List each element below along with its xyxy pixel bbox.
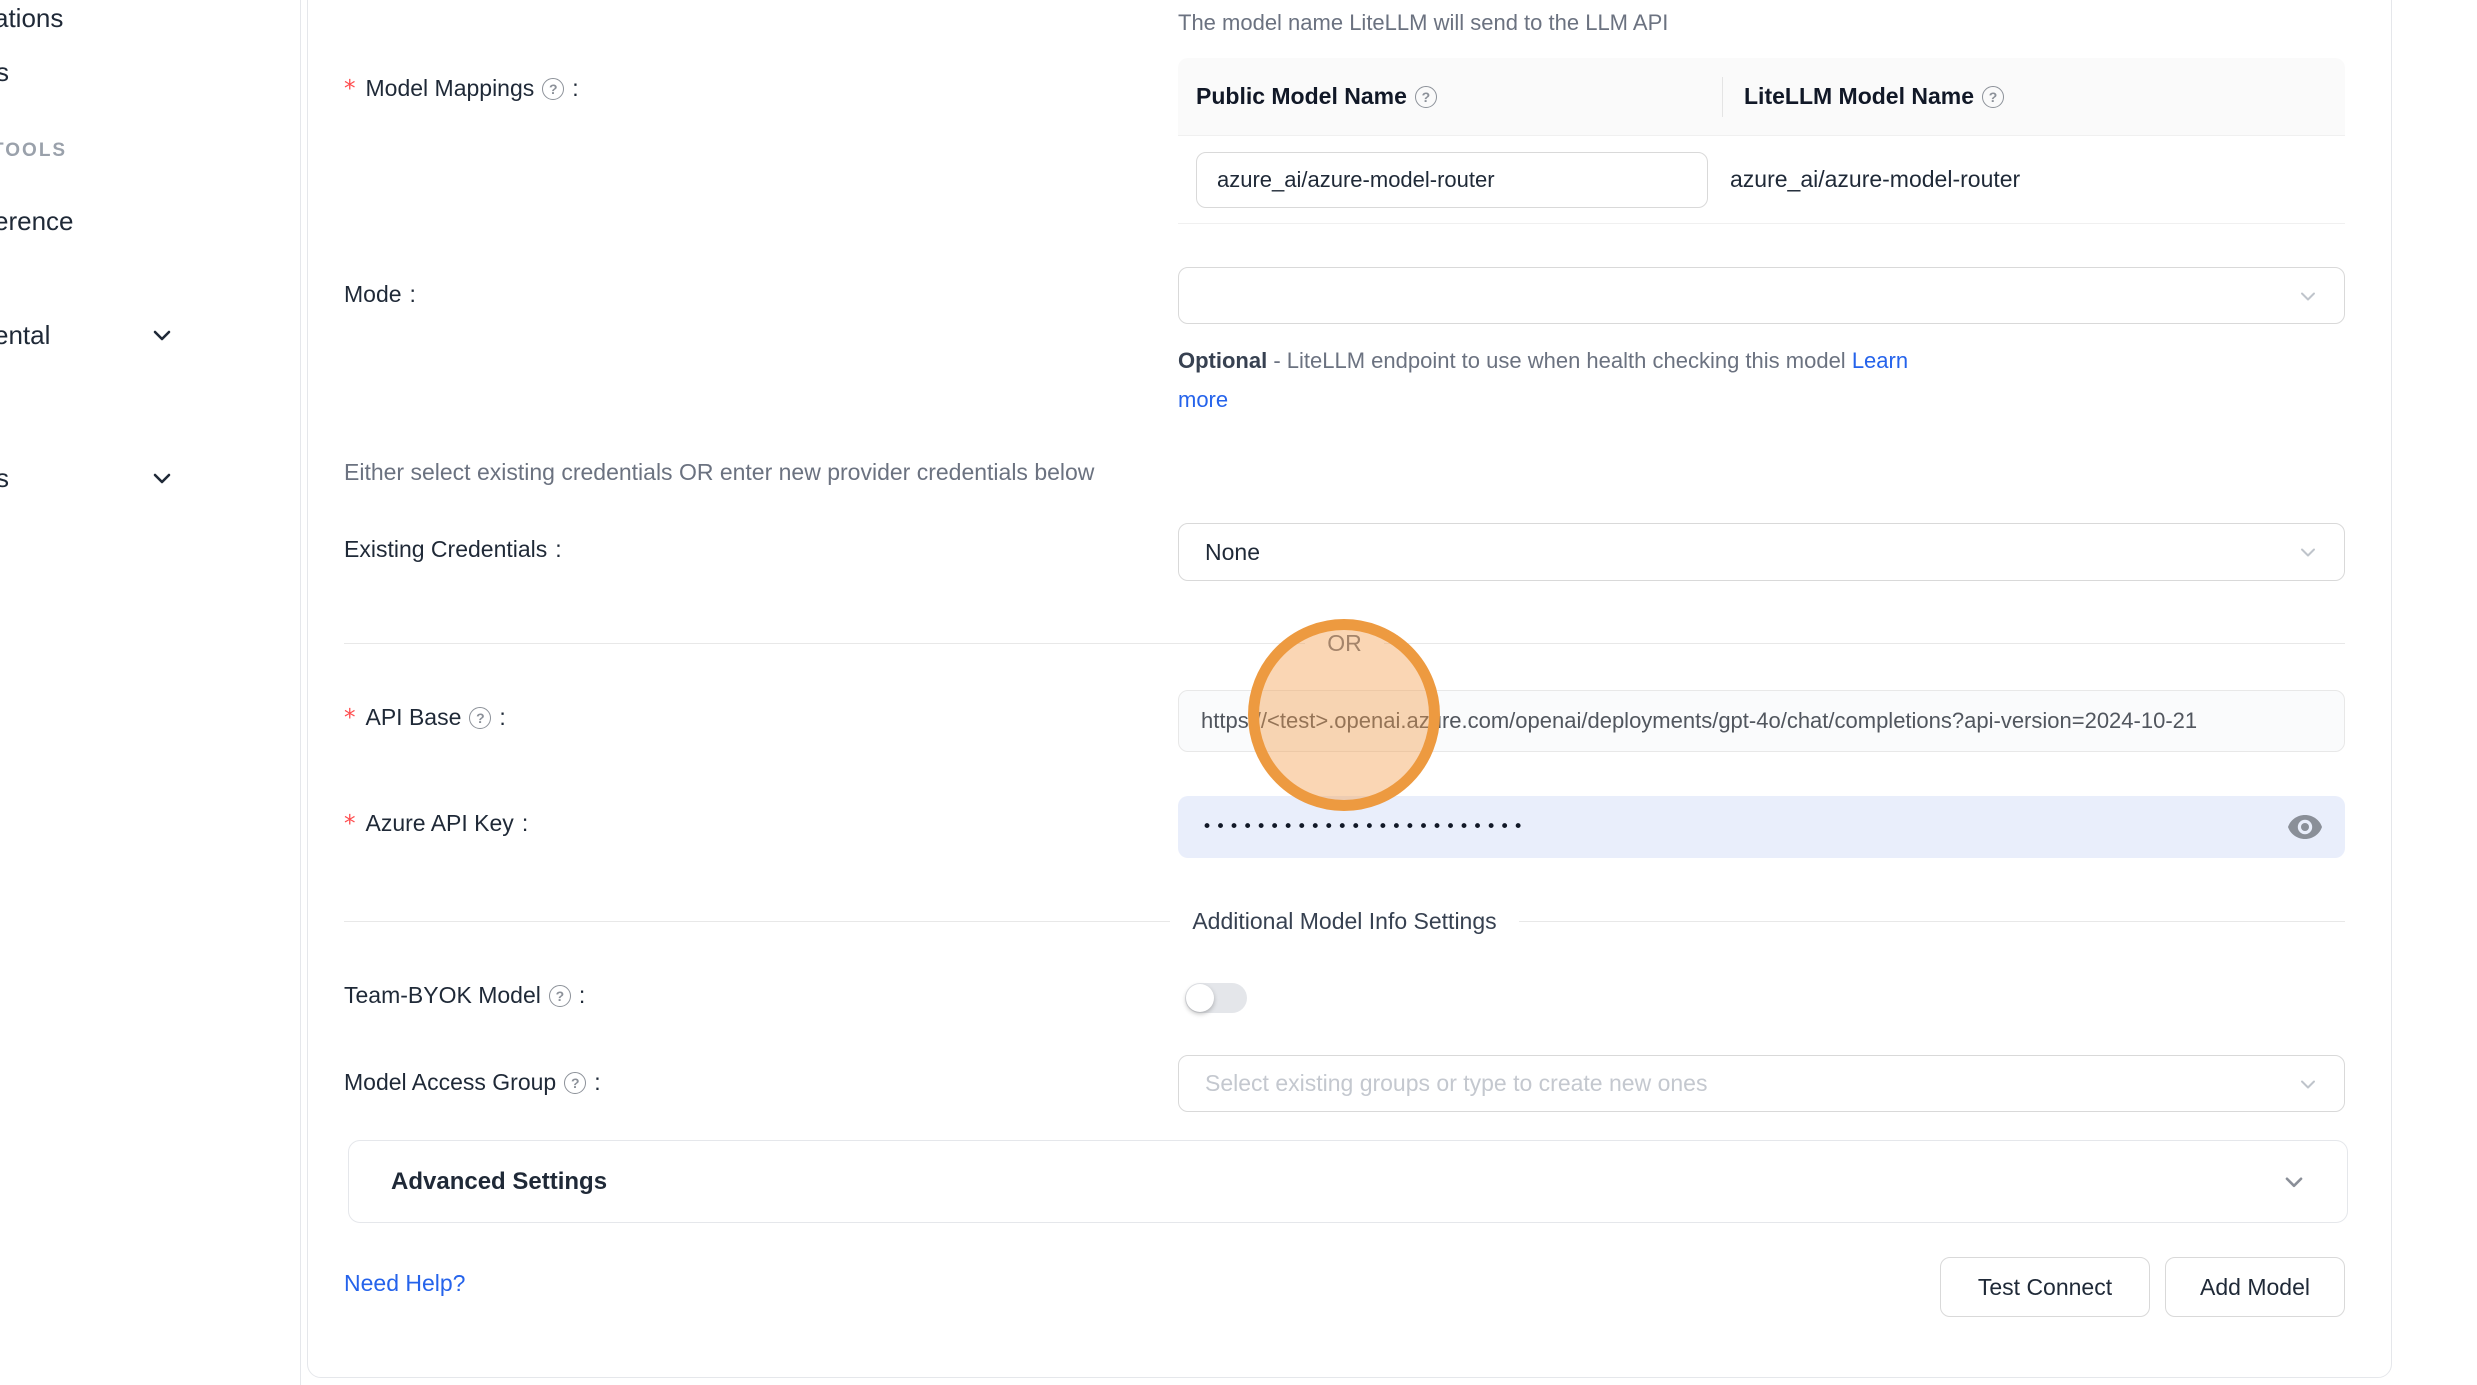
add-model-button[interactable]: Add Model [2165, 1257, 2345, 1317]
chevron-down-icon [2281, 1169, 2307, 1195]
help-icon[interactable]: ? [549, 985, 571, 1007]
azure-api-key-label: * Azure API Key : [344, 810, 528, 837]
team-byok-label: Team-BYOK Model ? : [344, 982, 585, 1009]
sidebar-item-truncated-settings[interactable]: s [0, 463, 9, 494]
model-access-group-select[interactable]: Select existing groups or type to create… [1178, 1055, 2345, 1112]
api-base-label: * API Base ? : [344, 704, 506, 731]
model-name-hint: The model name LiteLLM will send to the … [1178, 10, 1668, 36]
test-connect-button[interactable]: Test Connect [1940, 1257, 2150, 1317]
chevron-down-icon [2296, 1072, 2320, 1096]
chevron-down-icon [150, 466, 174, 490]
sidebar-item-truncated-experimental[interactable]: ental [0, 320, 50, 351]
learn-more-link[interactable]: Learn [1852, 348, 1908, 373]
existing-credentials-label: Existing Credentials : [344, 536, 562, 563]
model-access-group-label: Model Access Group ? : [344, 1069, 601, 1096]
mapping-table-header: Public Model Name ? LiteLLM Model Name ? [1178, 58, 2345, 136]
model-access-group-placeholder: Select existing groups or type to create… [1205, 1070, 1707, 1097]
masked-api-key: •••••••••••••••••••••••• [1202, 817, 1527, 837]
advanced-settings-panel[interactable]: Advanced Settings [348, 1140, 2348, 1223]
mode-label: Mode : [344, 281, 416, 308]
public-model-name-header: Public Model Name ? [1178, 58, 1722, 135]
credentials-note: Either select existing credentials OR en… [344, 459, 1094, 486]
azure-api-key-input[interactable]: •••••••••••••••••••••••• [1178, 796, 2345, 858]
additional-settings-divider: Additional Model Info Settings [344, 908, 2345, 935]
model-mappings-table: Public Model Name ? LiteLLM Model Name ?… [1178, 58, 2345, 224]
help-icon[interactable]: ? [564, 1072, 586, 1094]
learn-more-link[interactable]: more [1178, 387, 1228, 413]
sidebar-section-tools: TOOLS [0, 140, 67, 162]
help-icon[interactable]: ? [542, 78, 564, 100]
advanced-settings-label: Advanced Settings [391, 1168, 607, 1196]
or-divider-text: OR [1327, 630, 1362, 657]
team-byok-toggle[interactable] [1185, 983, 1247, 1013]
existing-credentials-select[interactable]: None [1178, 523, 2345, 581]
mode-select[interactable] [1178, 267, 2345, 324]
required-asterisk: * [344, 705, 356, 731]
column-divider [1722, 77, 1723, 117]
show-password-eye-icon[interactable] [2287, 814, 2323, 840]
mapping-table-row: azure_ai/azure-model-router [1178, 136, 2345, 224]
sidebar: ations s TOOLS erence ental s [0, 0, 300, 1385]
required-asterisk: * [344, 811, 356, 837]
public-model-name-input[interactable] [1196, 152, 1708, 208]
help-icon[interactable]: ? [1982, 86, 2004, 108]
sidebar-item-truncated-1[interactable]: ations [0, 3, 63, 34]
mode-help-text: Optional - LiteLLM endpoint to use when … [1178, 348, 1908, 374]
model-mappings-label: * Model Mappings ? : [344, 75, 579, 102]
sidebar-divider [300, 0, 301, 1385]
help-icon[interactable]: ? [1415, 86, 1437, 108]
required-asterisk: * [344, 76, 356, 102]
litellm-model-name-value: azure_ai/azure-model-router [1708, 166, 2331, 193]
chevron-down-icon [2296, 540, 2320, 564]
or-divider: OR [344, 630, 2345, 657]
additional-settings-divider-text: Additional Model Info Settings [1192, 908, 1496, 935]
api-base-input[interactable]: https://<test>.openai.azure.com/openai/d… [1178, 690, 2345, 752]
sidebar-item-truncated-2[interactable]: s [0, 57, 9, 88]
litellm-model-name-header: LiteLLM Model Name ? [1722, 58, 2345, 135]
toggle-knob [1186, 984, 1214, 1012]
chevron-down-icon [150, 323, 174, 347]
need-help-link[interactable]: Need Help? [344, 1270, 465, 1297]
help-icon[interactable]: ? [469, 707, 491, 729]
sidebar-item-truncated-reference[interactable]: erence [0, 206, 74, 237]
chevron-down-icon [2296, 284, 2320, 308]
